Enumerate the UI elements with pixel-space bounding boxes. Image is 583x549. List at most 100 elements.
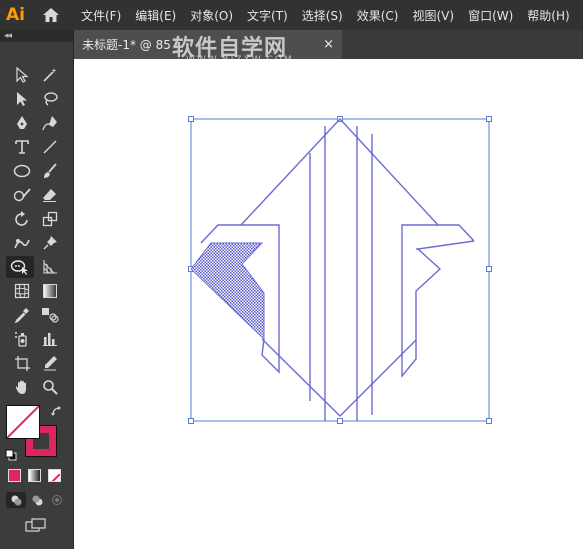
- arrow-icon: [16, 67, 29, 83]
- menu-effect[interactable]: 效果(C): [350, 7, 406, 24]
- artboard-tool[interactable]: [10, 352, 34, 374]
- line-segment-tool[interactable]: [38, 136, 62, 158]
- pen-icon: [17, 116, 27, 129]
- draw-behind-icon: [32, 495, 43, 506]
- swap-fill-stroke-icon[interactable]: [50, 404, 64, 418]
- right-arrow-shape[interactable]: [401, 224, 475, 378]
- close-tab-icon[interactable]: ×: [323, 37, 334, 52]
- screen-mode-icon: [25, 518, 46, 532]
- eraser-icon: [43, 189, 56, 202]
- lasso-tool[interactable]: [6, 256, 34, 278]
- ellipse-tool[interactable]: [10, 160, 34, 182]
- fill-color-swatch[interactable]: [6, 405, 40, 439]
- paintbrush-tool[interactable]: [38, 160, 62, 182]
- menu-file[interactable]: 文件(F): [74, 7, 128, 24]
- scale-icon: [42, 211, 58, 227]
- puppet-warp-icon: [14, 239, 30, 249]
- brush-icon: [44, 163, 57, 178]
- menu-bar: Ai 文件(F) 编辑(E) 对象(O) 文字(T) 选择(S) 效果(C) 视…: [0, 0, 583, 30]
- artwork: [188, 116, 492, 424]
- menu-view[interactable]: 视图(V): [405, 7, 461, 24]
- gradient-mode-button[interactable]: [28, 469, 41, 482]
- draw-inside-button[interactable]: [47, 492, 67, 508]
- column-graph-tool[interactable]: [38, 328, 62, 350]
- draw-normal-icon: [11, 495, 22, 506]
- perspective-grid-icon: [43, 260, 57, 274]
- type-icon: [15, 140, 29, 154]
- zoom-tool[interactable]: [38, 376, 62, 398]
- menu-select[interactable]: 选择(S): [295, 7, 350, 24]
- line-icon: [43, 140, 57, 154]
- diamond-outline[interactable]: [240, 117, 439, 417]
- blend-icon: [42, 308, 59, 323]
- type-tool[interactable]: [10, 136, 34, 158]
- eyedropper-icon: [14, 308, 29, 323]
- color-mode-button[interactable]: [8, 469, 21, 482]
- puppet-warp-tool[interactable]: [10, 232, 34, 254]
- bbox-handle-top-right[interactable]: [486, 116, 492, 122]
- pin-tool[interactable]: [38, 232, 62, 254]
- bar-chart-icon: [43, 333, 57, 346]
- menu-type[interactable]: 文字(T): [240, 7, 295, 24]
- bbox-handle-bottom-center[interactable]: [337, 418, 343, 424]
- spray-can-icon: [15, 332, 27, 347]
- home-button[interactable]: [40, 4, 62, 26]
- hand-icon: [15, 380, 26, 394]
- shape-builder-icon: [10, 260, 28, 275]
- pen-tool[interactable]: [10, 112, 34, 134]
- default-colors-icon[interactable]: [5, 446, 17, 461]
- bbox-handle-bottom-left[interactable]: [188, 418, 194, 424]
- collapse-panel-button[interactable]: ◂◂: [0, 30, 73, 42]
- rotate-icon: [15, 211, 28, 226]
- menu-edit[interactable]: 编辑(E): [128, 7, 183, 24]
- magic-wand-tool[interactable]: [38, 64, 62, 86]
- perspective-grid-tool[interactable]: [38, 256, 62, 278]
- home-icon: [43, 8, 59, 22]
- document-tab-label: 未标题-1* @ 85: [82, 38, 171, 52]
- selection-tool[interactable]: [10, 64, 34, 86]
- pin-icon: [43, 236, 57, 250]
- curvature-pen-icon: [42, 116, 57, 131]
- scale-tool[interactable]: [38, 208, 62, 230]
- tools-panel: ◂◂: [0, 30, 74, 549]
- draw-inside-icon: [52, 495, 62, 505]
- eyedropper-tool[interactable]: [10, 304, 34, 326]
- lasso-icon: [44, 92, 58, 106]
- gradient-icon: [43, 284, 57, 298]
- symbol-sprayer-tool[interactable]: [10, 328, 34, 350]
- magic-wand-icon: [43, 68, 57, 82]
- draw-behind-button[interactable]: [27, 492, 47, 508]
- app-logo: Ai: [6, 5, 25, 25]
- direct-selection-tool[interactable]: [10, 88, 34, 110]
- mesh-tool[interactable]: [10, 280, 34, 302]
- hand-tool[interactable]: [10, 376, 34, 398]
- checkered-fill-shape[interactable]: [190, 242, 265, 341]
- menu-window[interactable]: 窗口(W): [461, 7, 520, 24]
- bbox-handle-top-left[interactable]: [188, 116, 194, 122]
- mesh-icon: [14, 283, 30, 299]
- eraser-tool[interactable]: [38, 184, 62, 206]
- lasso-select-tool[interactable]: [38, 88, 62, 110]
- gradient-tool[interactable]: [38, 280, 62, 302]
- artboard-canvas[interactable]: [74, 59, 583, 549]
- menu-help[interactable]: 帮助(H): [520, 7, 576, 24]
- menu-object[interactable]: 对象(O): [183, 7, 240, 24]
- shaper-tool[interactable]: [10, 184, 34, 206]
- curvature-tool[interactable]: [38, 112, 62, 134]
- slice-knife-icon: [44, 356, 57, 371]
- ellipse-icon: [13, 164, 31, 178]
- blend-tool[interactable]: [38, 304, 62, 326]
- magnifier-icon: [43, 380, 58, 395]
- screen-mode-button[interactable]: [24, 517, 48, 533]
- shaper-icon: [13, 188, 31, 202]
- document-tab-bar: 未标题-1* @ 85 ×: [74, 30, 583, 59]
- artboard-icon: [15, 356, 30, 371]
- none-mode-button[interactable]: [48, 469, 61, 482]
- slice-tool[interactable]: [38, 352, 62, 374]
- bbox-handle-middle-right[interactable]: [486, 266, 492, 272]
- direct-arrow-icon: [17, 92, 27, 106]
- bbox-handle-bottom-right[interactable]: [486, 418, 492, 424]
- none-slash-icon: [7, 406, 39, 438]
- draw-normal-button[interactable]: [6, 492, 26, 508]
- rotate-tool[interactable]: [10, 208, 34, 230]
